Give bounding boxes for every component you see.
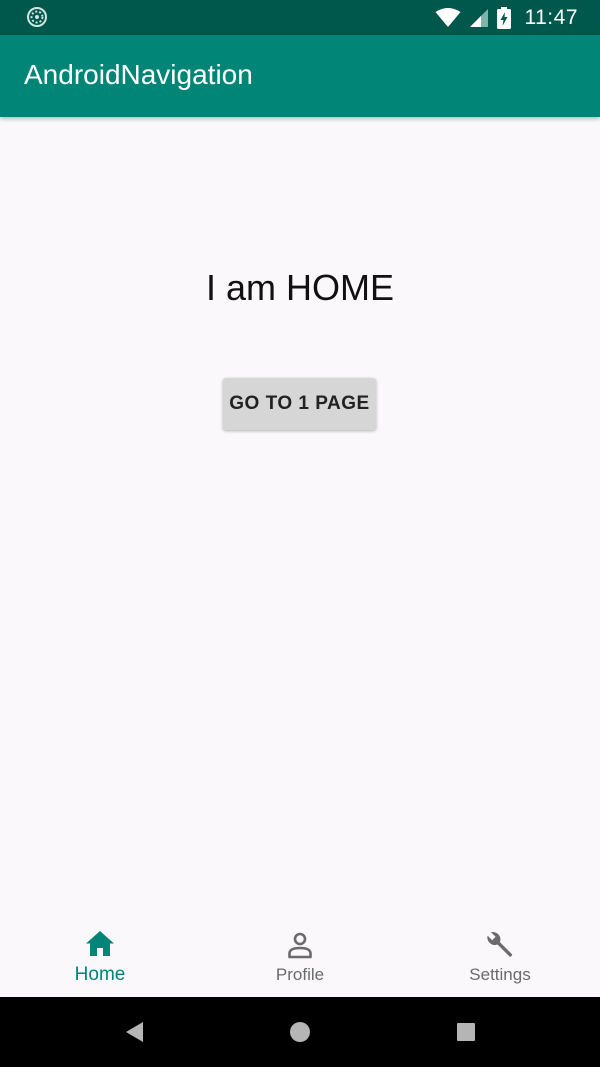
wrench-icon (487, 931, 513, 957)
recents-square-icon[interactable] (451, 1017, 481, 1047)
go-to-page-button[interactable]: GO TO 1 PAGE (223, 378, 376, 430)
app-bar: AndroidNavigation (0, 35, 600, 117)
app-title: AndroidNavigation (24, 59, 253, 90)
home-icon (86, 931, 114, 956)
nav-label-settings: Settings (469, 965, 531, 984)
nav-label-home: Home (74, 964, 126, 985)
battery-charging-icon (496, 6, 511, 29)
status-bar: 11:47 (0, 0, 600, 35)
nav-item-profile[interactable]: Profile (200, 920, 400, 997)
system-navigation-bar (0, 997, 600, 1067)
wifi-icon (435, 7, 460, 27)
app-screen: 11:47 AndroidNavigation I am HOME GO TO … (0, 0, 600, 1067)
sync-spinner-icon (27, 7, 47, 27)
status-icons: 11:47 (435, 0, 579, 35)
nav-item-home[interactable]: Home (0, 920, 200, 997)
nav-label-profile: Profile (275, 965, 325, 984)
person-icon (288, 932, 312, 959)
page-heading: I am HOME (205, 267, 394, 308)
status-time: 11:47 (524, 5, 578, 29)
cellular-signal-icon (469, 8, 488, 27)
main-content: I am HOME GO TO 1 PAGE (0, 117, 600, 920)
nav-item-settings[interactable]: Settings (400, 920, 600, 997)
back-triangle-icon[interactable] (120, 1017, 150, 1047)
home-circle-icon[interactable] (285, 1017, 315, 1047)
bottom-navigation: Home Profile Settings (0, 920, 600, 997)
